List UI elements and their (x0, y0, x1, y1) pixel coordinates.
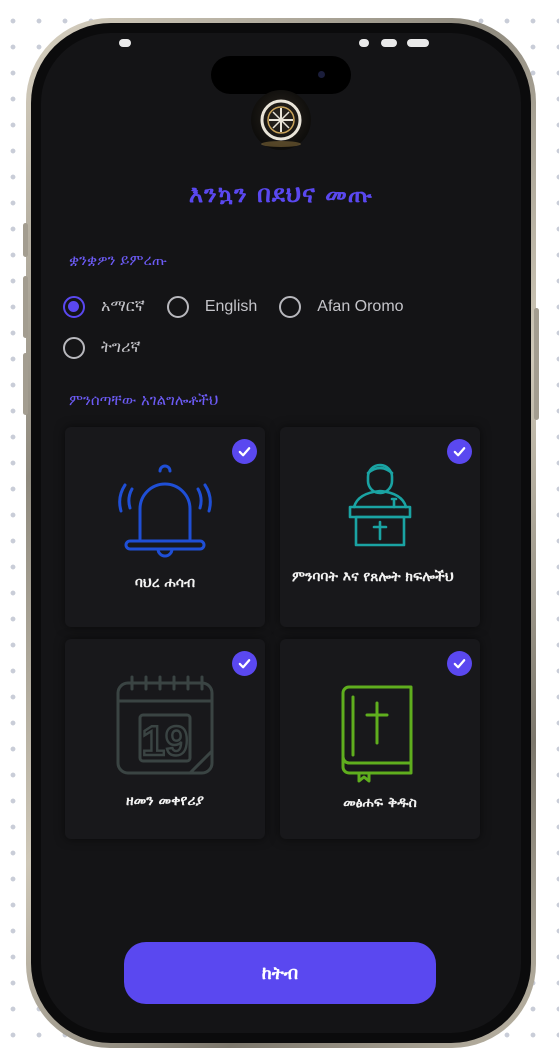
language-option-amharic[interactable]: አማርኛ (63, 296, 145, 318)
language-row-1: አማርኛ English Afan Oromo (63, 296, 426, 318)
service-card-title: ምንባባት እና የጸሎት ክፍሎችህ (292, 569, 454, 585)
volume-up-button (23, 276, 28, 338)
checkmark-icon[interactable] (447, 651, 472, 676)
language-label: English (204, 298, 258, 315)
calendar-day-number: 19 (142, 717, 189, 764)
language-option-afan-oromo[interactable]: Afan Oromo (279, 296, 404, 318)
service-card-bahre-hasab[interactable]: ባህረ ሐሳብ (65, 427, 265, 627)
bible-icon (280, 677, 480, 783)
radio-amharic[interactable] (63, 296, 85, 318)
volume-down-button (23, 353, 28, 415)
service-card-title: መፅሐፍ ቅዱስ (343, 795, 417, 811)
signal-icon (359, 39, 369, 47)
language-option-tigrinya[interactable]: ትግሪኛ (63, 337, 141, 359)
power-button (534, 308, 539, 420)
wifi-icon (381, 39, 397, 47)
preacher-podium-icon (280, 455, 480, 551)
next-button[interactable]: ከትብ (124, 942, 436, 1004)
service-card-title: ባህረ ሐሳብ (134, 575, 196, 591)
mute-switch (23, 223, 28, 257)
radio-tigrinya[interactable] (63, 337, 85, 359)
language-section-label: ቋንቋዎን ይምረጡ (69, 251, 167, 269)
services-section-label: ምንሰጣቸው አገልግሎቶችህ (69, 391, 219, 409)
battery-icon (407, 39, 429, 47)
language-label: ትግሪኛ (101, 339, 141, 356)
language-row-2: ትግሪኛ (63, 337, 163, 359)
phone-frame: እንኳን በደህና መጡ ቋንቋዎን ይምረጡ አማርኛ English Afa… (23, 18, 539, 1048)
bell-icon (65, 461, 265, 565)
radio-english[interactable] (166, 296, 189, 318)
language-option-english[interactable]: English (166, 296, 258, 318)
dynamic-island (211, 56, 351, 94)
service-card-calendar[interactable]: 19 ዘመን መቀየሪያ (65, 639, 265, 839)
radio-afan-oromo[interactable] (279, 296, 302, 318)
service-card-readings[interactable]: ምንባባት እና የጸሎት ክፍሎችህ (280, 427, 480, 627)
language-label: አማርኛ (101, 298, 145, 315)
welcome-title: እንኳን በደህና መጡ (188, 179, 374, 208)
app-screen: እንኳን በደህና መጡ ቋንቋዎን ይምረጡ አማርኛ English Afa… (41, 33, 521, 1033)
calendar-icon: 19 (65, 669, 265, 779)
language-label: Afan Oromo (317, 298, 404, 315)
service-card-title: ዘመን መቀየሪያ (125, 793, 204, 809)
service-card-bible[interactable]: መፅሐፍ ቅዱስ (280, 639, 480, 839)
status-icon (119, 39, 131, 47)
logo-glow (261, 141, 301, 147)
